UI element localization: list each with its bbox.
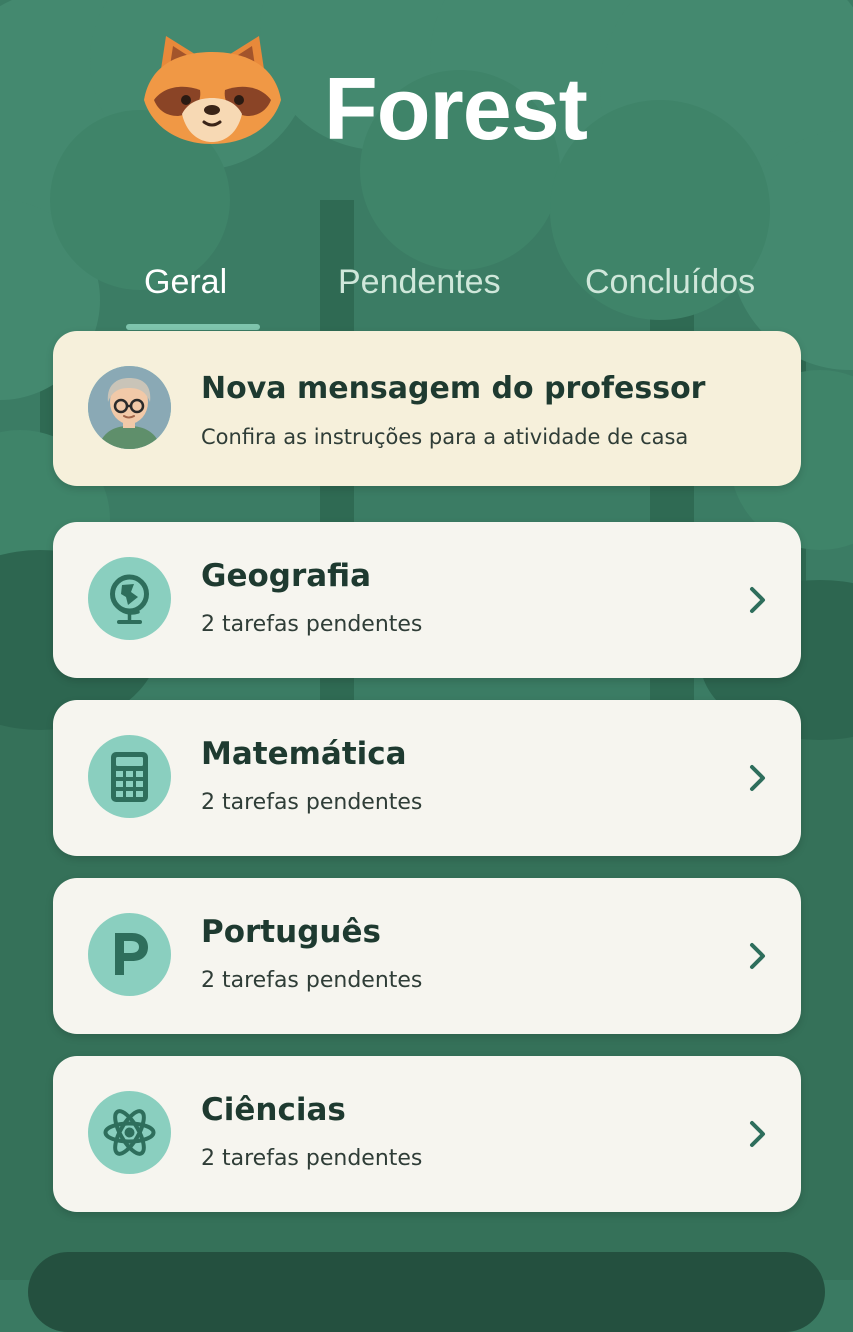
subject-card-matematica[interactable]: Matemática 2 tarefas pendentes [53, 700, 801, 856]
letter-p-icon [88, 913, 171, 996]
teacher-avatar [88, 366, 171, 449]
subject-title: Português [201, 914, 381, 950]
chevron-right-icon [750, 943, 765, 969]
subject-card-portugues[interactable]: Português 2 tarefas pendentes [53, 878, 801, 1034]
teacher-message-card[interactable]: Nova mensagem do professor Confira as in… [53, 331, 801, 486]
bottom-navigation-bar[interactable] [28, 1252, 825, 1332]
atom-icon [88, 1091, 171, 1174]
chevron-right-icon [750, 1121, 765, 1147]
chevron-right-icon [750, 765, 765, 791]
subject-card-ciencias[interactable]: Ciências 2 tarefas pendentes [53, 1056, 801, 1212]
app-header: Forest [0, 0, 853, 200]
subject-pending-count: 2 tarefas pendentes [201, 790, 423, 815]
message-title: Nova mensagem do professor [201, 371, 706, 406]
tab-geral[interactable]: Geral [144, 256, 227, 308]
tab-pendentes[interactable]: Pendentes [338, 256, 501, 308]
message-subtitle: Confira as instruções para a atividade d… [201, 425, 689, 449]
subject-title: Matemática [201, 736, 407, 772]
app-title: Forest [324, 59, 588, 158]
globe-icon [88, 557, 171, 640]
tab-concluidos[interactable]: Concluídos [585, 256, 755, 308]
subject-pending-count: 2 tarefas pendentes [201, 612, 423, 637]
chevron-right-icon [750, 587, 765, 613]
subject-title: Geografia [201, 558, 372, 594]
tab-bar: Geral Pendentes Concluídos [0, 256, 853, 336]
calculator-icon [88, 735, 171, 818]
raccoon-mascot-logo [144, 36, 281, 144]
subject-card-geografia[interactable]: Geografia 2 tarefas pendentes [53, 522, 801, 678]
subject-title: Ciências [201, 1092, 346, 1128]
subject-pending-count: 2 tarefas pendentes [201, 968, 423, 993]
active-tab-indicator [126, 324, 260, 330]
subject-pending-count: 2 tarefas pendentes [201, 1146, 423, 1171]
